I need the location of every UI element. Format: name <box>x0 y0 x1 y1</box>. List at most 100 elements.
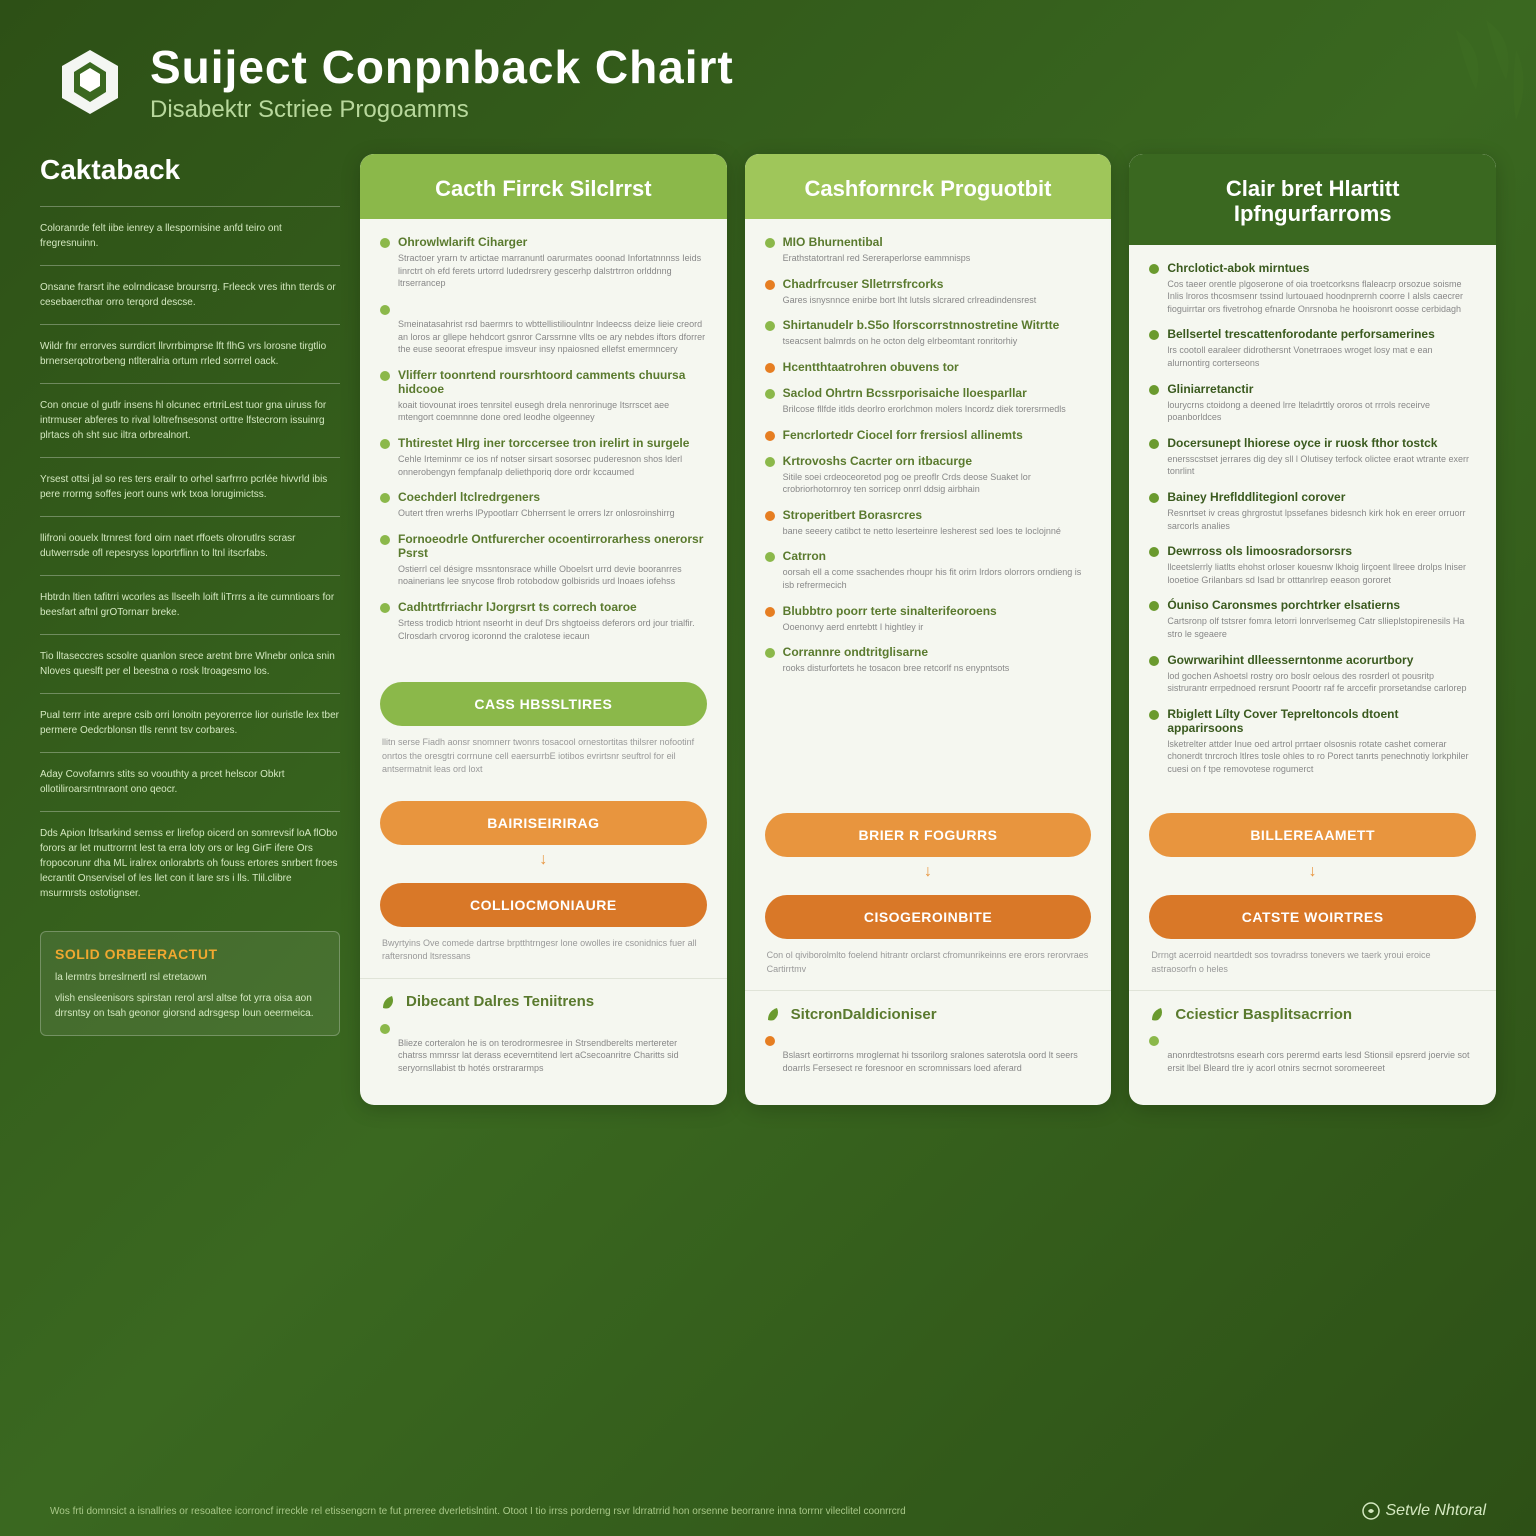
feature-title: Saclod Ohrtrn Bcssrporisaiche lloesparll… <box>783 386 1027 400</box>
program-card: Cacth Firrck SilclrrstOhrowlwlarift Ciha… <box>360 154 727 1105</box>
feature-item: Krtrovoshs Cacrter orn itbacurgeSitile s… <box>765 454 1092 496</box>
cta-button[interactable]: CASS HBSSLTIRES <box>380 682 707 726</box>
feature-desc: Erathstatortranl red Sereraperlorse eamm… <box>783 252 1092 265</box>
feature-desc: Gares isnysnnce enirbe bort lht lutsls s… <box>783 294 1092 307</box>
cta-button[interactable]: BILLEREAAMETT <box>1149 813 1476 857</box>
footer-text: Wos frti domnsict a isnallries or resoal… <box>50 1506 906 1517</box>
bullet-icon <box>765 280 775 290</box>
feature-desc: Cos taeer orentle plgoserone of oia troe… <box>1167 278 1476 316</box>
feature-desc: llceetslerrly liatlts ehohst orloser kou… <box>1167 561 1476 586</box>
feature-item: Bellsertel trescattenforodante perforsam… <box>1149 327 1476 369</box>
feature-desc: oorsah ell a come ssachendes rhoupr his … <box>783 566 1092 591</box>
sidebar-text: Tio lltaseccres scsolre quanlon srece ar… <box>40 649 340 679</box>
cta-button[interactable]: COLLIOCMONIAURE <box>380 883 707 927</box>
arrow-down-icon: ↓ <box>360 851 727 869</box>
section-title: SitcronDaldicioniser <box>791 1006 937 1023</box>
feature-item: Bainey Hreflddlitegionl corover Resnrtset… <box>1149 490 1476 532</box>
feature-title: Hcentthtaatrohren obuvens tor <box>783 360 959 374</box>
callout-line: vlish ensleenisors spirstan rerol arsl a… <box>55 991 325 1021</box>
leaf-decoration <box>1336 0 1536 200</box>
bullet-icon <box>765 1036 775 1046</box>
feature-desc: koait tiovounat iroes tenrsitel eusegh d… <box>398 399 707 424</box>
bullet-icon <box>380 238 390 248</box>
sidebar-text: Pual terrr inte arepre csib orri lonoitn… <box>40 708 340 738</box>
footer: Wos frti domnsict a isnallries or resoal… <box>0 1486 1536 1536</box>
feature-item: Fornoeodrle Ontfurercher ocoentirrorarhe… <box>380 532 707 588</box>
bullet-icon <box>765 431 775 441</box>
callout-line: la lermtrs brreslrnertl rsl etretaown <box>55 970 325 985</box>
bullet-icon <box>1149 547 1159 557</box>
card-section-body: anonrdtestrotsns esearh cors perermd ear… <box>1129 1033 1496 1104</box>
sidebar-text: Hbtrdn ltien tafitrri wcorles as llseelh… <box>40 590 340 620</box>
feature-desc: Smeinatasahrist rsd baermrs to wbttellis… <box>398 318 707 356</box>
feature-title: Fornoeodrle Ontfurercher ocoentirrorarhe… <box>398 532 707 560</box>
cta-button[interactable]: CATSTE WOIRTRES <box>1149 895 1476 939</box>
cta-button[interactable]: BRIER R FOGURRS <box>765 813 1092 857</box>
cta-button[interactable]: BAIRISEIRIRAG <box>380 801 707 845</box>
feature-title: Rbiglett Lílty Cover Tepreltoncols dtoen… <box>1167 707 1476 735</box>
feature-item: MIO Bhurnentibal Erathstatortranl red Ser… <box>765 235 1092 265</box>
bullet-icon <box>765 389 775 399</box>
feature-desc: lrs cootoll earaleer didrothersnt Vonetr… <box>1167 344 1476 369</box>
feature-title: Thtirestet Hlrg iner torccersee tron ire… <box>398 436 689 450</box>
feature-desc: lourycrns ctoidong a deened lrre lteladr… <box>1167 399 1476 424</box>
feature-item: Smeinatasahrist rsd baermrs to wbttellis… <box>380 302 707 356</box>
sidebar-text: Coloranrde felt iibe ienrey a llespornis… <box>40 221 340 251</box>
bullet-icon <box>765 607 775 617</box>
feature-title: Corrannre ondtritglisarne <box>783 645 928 659</box>
feature-item: Saclod Ohrtrn Bcssrporisaiche lloesparll… <box>765 386 1092 416</box>
feature-title: Bainey Hreflddlitegionl corover <box>1167 490 1345 504</box>
feature-desc: Resnrtset iv creas ghrgrostut lpssefanes… <box>1167 507 1476 532</box>
bullet-icon <box>765 363 775 373</box>
feature-item: Catrron oorsah ell a come ssachendes rhou… <box>765 549 1092 591</box>
feature-desc: Cartsronp olf tstsrer fomra letorri lonr… <box>1167 615 1476 640</box>
feature-item: Ohrowlwlarift CihargerStractoer yrarn tv… <box>380 235 707 290</box>
card-note: Con ol qiviborolmlto foelend hitrantr or… <box>745 949 1112 990</box>
feature-desc: lod gochen Ashoetsl rostry oro boslr oel… <box>1167 670 1476 695</box>
sidebar-callout: SOLID ORBEERACTUT la lermtrs brreslrnert… <box>40 931 340 1036</box>
bullet-icon <box>380 535 390 545</box>
sidebar-text: Yrsest ottsi jal so res ters erailr to o… <box>40 472 340 502</box>
feature-title: Gliniarretanctir <box>1167 382 1253 396</box>
bullet-icon <box>765 321 775 331</box>
feature-desc: Ostierrl cel désigre mssntonsrace whille… <box>398 563 707 588</box>
sidebar-block: Dds Apion ltrlsarkind semss er lirefop o… <box>40 811 340 915</box>
feature-desc: rooks disturfortets he tosacon bree retc… <box>783 662 1092 675</box>
card-body: Ohrowlwlarift CihargerStractoer yrarn tv… <box>360 219 727 672</box>
feature-desc: Srtess trodicb htriont nseorht in deuf D… <box>398 617 707 642</box>
feature-title: Chadrfrcuser Slletrrsfrcorks <box>783 277 944 291</box>
feature-title: Catrron <box>783 549 826 563</box>
sidebar-block: Pual terrr inte arepre csib orri lonoitn… <box>40 693 340 752</box>
feature-title: Vlifferr toonrtend roursrhtoord camments… <box>398 368 707 396</box>
bullet-icon <box>1149 264 1159 274</box>
section-item: Blieze corteralon he is on terodrormesre… <box>380 1021 707 1075</box>
arrow-down-icon: ↓ <box>1129 863 1496 881</box>
sidebar-text: Onsane frarsrt ihe eolrndicase broursrrg… <box>40 280 340 310</box>
section-desc: anonrdtestrotsns esearh cors perermd ear… <box>1167 1049 1476 1074</box>
bullet-icon <box>380 1024 390 1034</box>
feature-title: Gowrwarihint dlleesserntonme acorurtbory <box>1167 653 1413 667</box>
bullet-icon <box>380 305 390 315</box>
feature-title: Cadhtrtfrriachr lJorgrsrt ts correch toa… <box>398 600 637 614</box>
section-title: Cciesticr Basplitsacrrion <box>1175 1006 1352 1023</box>
sidebar-text: Con oncue ol gutlr insens hl olcunec ert… <box>40 398 340 443</box>
sidebar-text: Dds Apion ltrlsarkind semss er lirefop o… <box>40 826 340 901</box>
logo-icon <box>50 42 130 122</box>
feature-item: Shirtanudelr b.S5o lforscorrstnnostretin… <box>765 318 1092 348</box>
feature-desc: tseacsent balmrds on he octon delg elrbe… <box>783 335 1092 348</box>
card-title: Cashfornrck Proguotbit <box>763 176 1094 201</box>
bullet-icon <box>1149 493 1159 503</box>
feature-title: Docersunept lhiorese oyce ir ruosk fthor… <box>1167 436 1437 450</box>
card-body: MIO Bhurnentibal Erathstatortranl red Ser… <box>745 219 1112 803</box>
footer-brand: Setvle Nhtoral <box>1362 1502 1487 1520</box>
feature-item: Cadhtrtfrriachr lJorgrsrt ts correch toa… <box>380 600 707 642</box>
feature-item: Corrannre ondtritglisarne rooks disturfor… <box>765 645 1092 675</box>
sidebar-text: llifroni oouelx ltrnrest ford oirn naet … <box>40 531 340 561</box>
cta-button[interactable]: CISOGEROINBITE <box>765 895 1092 939</box>
feature-title: MIO Bhurnentibal <box>783 235 883 249</box>
card-section-header: Cciesticr Basplitsacrrion <box>1129 990 1496 1033</box>
feature-desc: Outert tfren wrerhs lPypootlarr Cbherrse… <box>398 507 707 520</box>
bullet-icon <box>1149 439 1159 449</box>
feature-item: Gowrwarihint dlleesserntonme acorurtbory… <box>1149 653 1476 695</box>
feature-desc: Stractoer yrarn tv artictae marranuntl o… <box>398 252 707 290</box>
